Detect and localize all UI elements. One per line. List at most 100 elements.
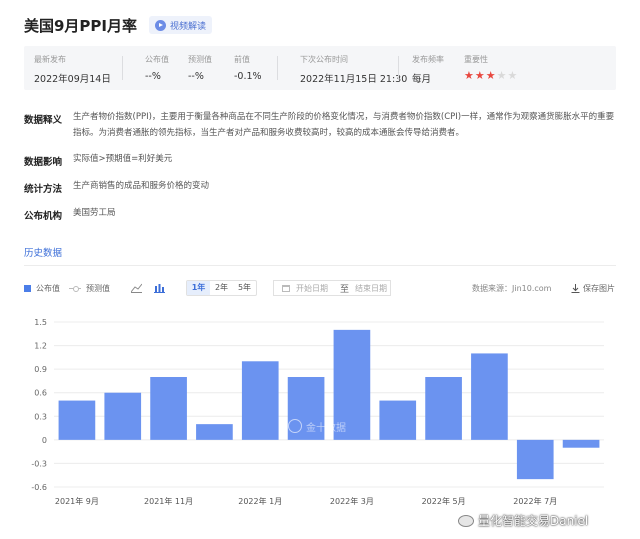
end-date-placeholder: 结束日期	[355, 283, 388, 293]
line-chart-toggle[interactable]	[131, 280, 142, 296]
range-separator: 至	[340, 284, 350, 295]
importance: 重要性 ★ ★ ★ ★ ★	[464, 54, 517, 82]
forecast-value-text: --%	[188, 71, 204, 82]
x-tick-label: 2022年 5月	[422, 496, 466, 506]
previous-value-text: -0.1%	[234, 71, 262, 82]
legend-forecast[interactable]: 预测值	[69, 280, 110, 296]
detail-text: 生产者物价指数(PPI)，主要用于衡量各种商品在不同生产阶段的价格变化情况，与消…	[73, 112, 615, 138]
bar-chart-toggle[interactable]	[154, 280, 165, 296]
title-row: 美国9月PPI月率 视频解读	[24, 14, 213, 36]
bar[interactable]	[425, 377, 462, 440]
detail-key: 数据释义	[24, 115, 63, 126]
x-tick-label: 2021年 9月	[55, 496, 99, 506]
actual-value: 公布值 --%	[145, 54, 169, 82]
detail-row-publisher: 公布机构 美国劳工局	[24, 208, 616, 222]
x-tick-label: 2022年 1月	[238, 496, 282, 506]
range-selector: 1年 2年 5年	[186, 280, 257, 296]
star-icon: ★	[485, 69, 496, 82]
x-tick-label: 2021年 11月	[144, 496, 193, 506]
date-range-picker[interactable]: 开始日期 至 结束日期	[273, 280, 391, 296]
x-tick-label: 2022年 7月	[513, 496, 557, 506]
bar[interactable]	[150, 377, 187, 440]
range-option[interactable]: 1年	[187, 281, 210, 295]
bar[interactable]	[58, 400, 96, 440]
calendar-icon	[282, 284, 290, 292]
legend-square-icon	[24, 284, 31, 292]
y-tick-label: 0.3	[34, 412, 47, 421]
next-release-value: 2022年11月15日 21:30	[300, 74, 408, 85]
legend-line-icon	[69, 285, 81, 292]
weibo-icon	[458, 514, 474, 527]
range-option[interactable]: 2年	[210, 281, 233, 295]
frequency-label: 发布频率	[412, 55, 444, 64]
previous-value: 前值 -0.1%	[234, 54, 262, 82]
detail-row-impact: 数据影响 实际值>预期值=利好美元	[24, 154, 616, 168]
range-option[interactable]: 5年	[233, 281, 256, 295]
section-divider	[24, 265, 616, 266]
next-release: 下次公布时间 2022年11月15日 21:30	[300, 54, 407, 85]
y-tick-label: 1.2	[34, 342, 47, 351]
bar[interactable]	[379, 400, 417, 440]
forecast-value: 预测值 --%	[188, 54, 212, 82]
chart-watermark: 金十数据	[288, 415, 358, 437]
range-segmented-control: 1年 2年 5年	[186, 280, 257, 296]
bar[interactable]	[471, 353, 508, 440]
play-icon	[155, 19, 167, 31]
latest-release-label: 最新发布	[34, 55, 66, 64]
latest-release: 最新发布 2022年09月14日	[34, 54, 111, 85]
y-tick-label: 0.6	[34, 389, 47, 398]
bar[interactable]	[104, 392, 142, 440]
legend-actual-label: 公布值	[36, 283, 60, 293]
weibo-watermark-text: 量化智能交易Daniel	[478, 514, 589, 528]
actual-label: 公布值	[145, 55, 169, 64]
save-image-label: 保存图片	[583, 283, 615, 293]
start-date-placeholder: 开始日期	[296, 283, 328, 293]
download-icon	[571, 283, 580, 293]
divider	[277, 56, 278, 80]
previous-label: 前值	[234, 55, 250, 64]
x-tick-label: 2022年 3月	[330, 496, 374, 506]
bar-chart-icon	[154, 284, 165, 293]
video-explain-label: 视频解读	[170, 21, 207, 32]
bar[interactable]	[241, 361, 279, 440]
y-tick-label: 0.9	[34, 365, 47, 374]
importance-stars: ★ ★ ★ ★ ★	[464, 70, 517, 82]
forecast-label: 预测值	[188, 55, 212, 64]
star-icon: ★	[507, 69, 518, 82]
history-data-tab[interactable]: 历史数据	[24, 245, 62, 259]
video-explain-button[interactable]: 视频解读	[149, 16, 213, 34]
detail-row-method: 统计方法 生产商销售的成品和服务价格的变动	[24, 181, 616, 195]
page-title: 美国9月PPI月率	[24, 16, 138, 35]
detail-text: 生产商销售的成品和服务价格的变动	[73, 181, 210, 191]
next-release-label: 下次公布时间	[300, 55, 348, 64]
detail-key: 统计方法	[24, 184, 63, 195]
y-tick-label: 0	[42, 436, 47, 445]
line-chart-icon	[131, 283, 142, 293]
bar[interactable]	[562, 439, 600, 448]
bar[interactable]	[516, 439, 554, 480]
save-image-button[interactable]: 保存图片	[571, 280, 615, 296]
latest-release-value: 2022年09月14日	[34, 74, 111, 85]
date-range-input[interactable]: 开始日期 至 结束日期	[273, 280, 391, 296]
bar[interactable]	[196, 424, 233, 440]
frequency-value: 每月	[412, 74, 432, 85]
legend-actual[interactable]: 公布值	[24, 280, 60, 296]
ppi-bar-chart: 1.5 1.2 0.9 0.6 0.3 0 -0.3 -0.6 2021年 9月 2021年 11…	[31, 318, 604, 506]
weibo-watermark: 量化智能交易Daniel	[458, 512, 588, 529]
y-tick-label: -0.3	[31, 459, 47, 468]
legend-forecast-label: 预测值	[86, 283, 110, 293]
detail-key: 数据影响	[24, 157, 63, 168]
detail-text: 美国劳工局	[73, 208, 116, 218]
star-icon: ★	[474, 69, 485, 82]
release-info-panel: 最新发布 2022年09月14日 公布值 --% 预测值 --% 前值 -0.1…	[24, 46, 616, 90]
star-icon: ★	[496, 69, 507, 82]
detail-row-definition: 数据释义 生产者物价指数(PPI)，主要用于衡量各种商品在不同生产阶段的价格变化…	[24, 112, 616, 141]
y-tick-label: -0.6	[31, 483, 47, 492]
actual-value-text: --%	[145, 71, 161, 82]
chart-watermark-text: 金十数据	[306, 422, 346, 434]
detail-text: 实际值>预期值=利好美元	[73, 154, 173, 164]
jin10-logo-icon	[288, 419, 302, 433]
y-tick-label: 1.5	[34, 318, 47, 327]
release-frequency: 发布频率 每月	[412, 54, 444, 85]
star-icon: ★	[464, 69, 474, 82]
